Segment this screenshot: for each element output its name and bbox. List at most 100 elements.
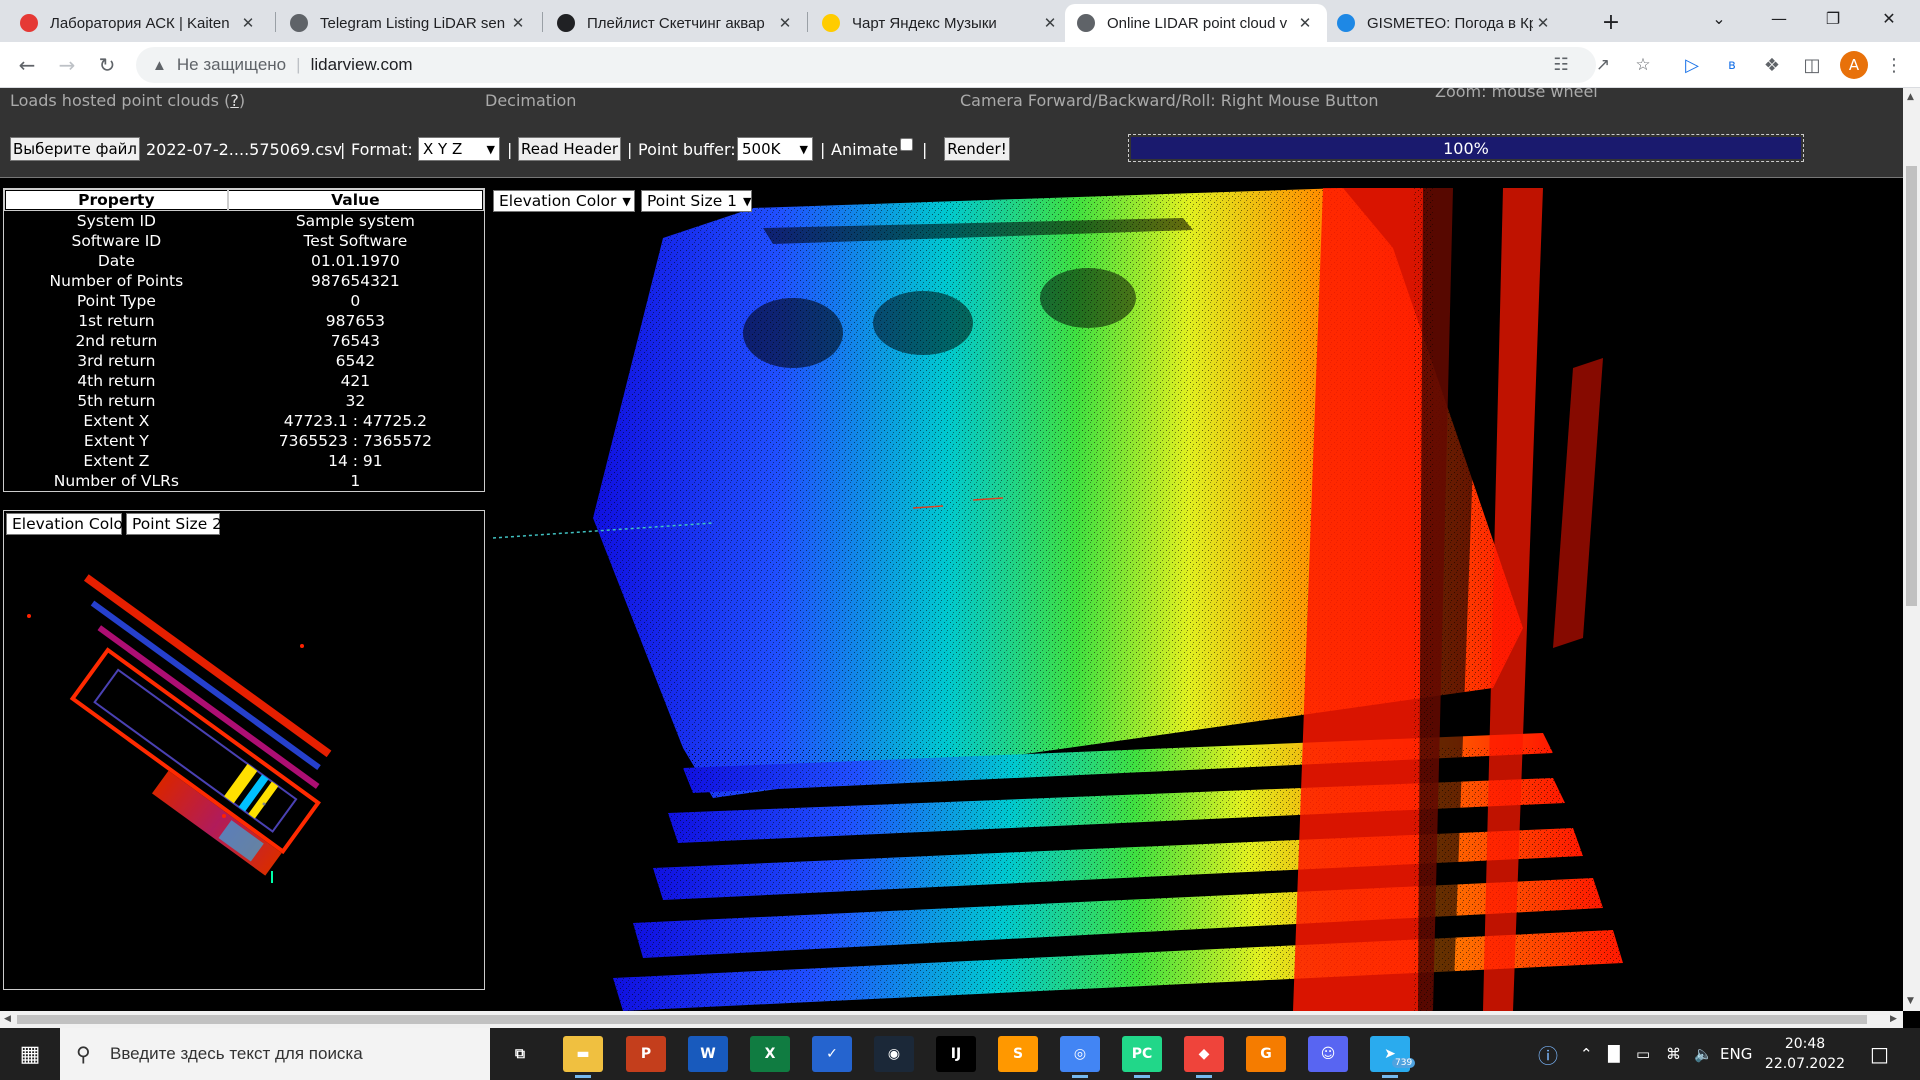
pdf-editor-icon[interactable]: G [1246,1036,1286,1072]
chevron-down-icon: ▼ [743,194,752,208]
value-cell: Sample system [295,212,415,230]
table-row: Extent Z 14 : 91 [5,451,483,471]
chrome-icon[interactable]: ◎ [1060,1036,1100,1078]
vertical-scroll-thumb[interactable] [1906,166,1917,606]
column-header: Property [4,189,229,211]
main-point-cloud-view[interactable]: Elevation Color ▼ Point Size 1 ▼ [493,188,1903,1011]
forward-icon[interactable]: → [52,50,82,80]
render-button[interactable]: Render! [944,137,1010,161]
browser-tab[interactable]: Чарт Яндекс Музыки ✕ [810,4,1072,42]
profile-avatar[interactable]: A [1840,51,1868,79]
taskbar-search-box[interactable]: ⚲ Введите здесь текст для поиска [60,1028,490,1080]
battery-icon[interactable]: ▭ [1636,1028,1650,1080]
tab-search-chevron-icon[interactable]: ⌄ [1696,0,1742,36]
close-tab-icon[interactable]: ✕ [1295,14,1315,32]
anydesk-icon[interactable]: ◆ [1184,1036,1224,1078]
search-placeholder: Введите здесь текст для поиска [110,1044,363,1063]
browser-toolbar: ← → ↻ ▲ Не защищено | lidarview.com ☷ ↗ … [0,42,1920,88]
help-link[interactable]: ? [230,91,239,110]
wifi-icon[interactable]: ⌘ [1666,1028,1681,1080]
close-tab-icon[interactable]: ✕ [1040,14,1060,32]
value-cell: 76543 [330,332,381,350]
globe-icon [290,14,308,32]
new-tab-button[interactable]: + [1588,4,1634,40]
browser-tab-strip: Лаборатория АСК | Kaiten ✕ Telegram Listin… [0,0,1920,42]
tab-title: Чарт Яндекс Музыки [852,14,997,32]
file-explorer-icon[interactable]: ▬ [563,1036,603,1078]
main-point-size-select[interactable]: Point Size 1 ▼ [641,190,752,212]
menu-kebab-icon[interactable]: ⋮ [1880,51,1908,79]
discord-icon[interactable]: ☺ [1308,1036,1348,1072]
close-tab-icon[interactable]: ✕ [1533,14,1553,32]
scroll-down-icon[interactable]: ▼ [1907,996,1914,1006]
security-label[interactable]: Не защищено [177,55,286,75]
horizontal-scrollbar[interactable]: ◀ ▶ [0,1011,1903,1028]
close-tab-icon[interactable]: ✕ [238,14,258,32]
back-icon[interactable]: ← [12,50,42,80]
main-point-cloud[interactable] [493,188,1903,1011]
taskbar-clock[interactable]: 20:48 22.07.2022 [1760,1034,1850,1074]
property-cell: Extent Z [83,452,150,470]
read-header-button[interactable]: Read Header [518,137,621,161]
close-tab-icon[interactable]: ✕ [508,14,528,32]
intellij-icon[interactable]: IJ [936,1036,976,1072]
mini-view-panel[interactable]: Elevation Color▼ Point Size 2 ▼ [3,510,485,990]
mini-point-cloud[interactable] [4,511,485,990]
scroll-left-icon[interactable]: ◀ [4,1014,11,1024]
reload-icon[interactable]: ↻ [92,50,122,80]
mini-color-select[interactable]: Elevation Color▼ [6,513,144,535]
url-text[interactable]: lidarview.com [311,55,413,75]
browser-tab[interactable]: GISMETEO: Погода в Крас✕ [1325,4,1565,42]
todo-icon[interactable]: ✓ [812,1036,852,1072]
pycharm-icon[interactable]: PC [1122,1036,1162,1078]
notifications-icon[interactable]: □ [1870,1028,1889,1080]
main-color-select[interactable]: Elevation Color ▼ [493,190,635,212]
page-content: Loads hosted point clouds (?) Decimation… [0,88,1903,1011]
share-icon[interactable]: ↗ [1590,52,1616,78]
browser-tab[interactable]: Лаборатория АСК | Kaiten ✕ [8,4,270,42]
network-icon[interactable]: █ [1608,1028,1620,1080]
windows-start-icon[interactable]: ▦ [10,1036,50,1072]
bookmark-star-icon[interactable]: ☆ [1630,52,1656,78]
mini-point-size-select[interactable]: Point Size 2 ▼ [126,513,237,535]
point-buffer-select[interactable]: 500K ▼ [737,137,813,161]
steam-icon[interactable]: ◉ [874,1036,914,1072]
choose-file-button[interactable]: Выберите файл [10,137,140,161]
sublime-icon[interactable]: S [998,1036,1038,1072]
translate-icon[interactable]: ☷ [1548,52,1574,78]
horizontal-scroll-thumb[interactable] [17,1015,1867,1024]
scroll-up-icon[interactable]: ▲ [1907,92,1914,102]
table-row: Extent Y 7365523 : 7365572 [5,431,483,451]
close-window-icon[interactable]: ✕ [1866,0,1912,36]
browser-tab[interactable]: Плейлист Скетчинг аквар ✕ [545,4,807,42]
tray-chevron-icon[interactable]: ⌃ [1580,1028,1593,1080]
extensions-puzzle-icon[interactable]: ❖ [1758,51,1786,79]
address-bar[interactable]: ▲ Не защищено | lidarview.com [136,47,1596,83]
scroll-right-icon[interactable]: ▶ [1890,1014,1897,1024]
animate-checkbox[interactable] [900,138,913,151]
minimize-icon[interactable]: — [1756,0,1802,36]
property-cell: 5th return [77,392,156,410]
warning-icon[interactable]: ▲ [152,57,167,74]
side-panel-icon[interactable]: ◫ [1798,51,1826,79]
separator: | [922,140,928,159]
language-indicator[interactable]: ENG [1720,1028,1752,1080]
play-extension-icon[interactable]: ▷ [1678,51,1706,79]
browser-tab[interactable]: Telegram Listing LiDAR sen ✕ [278,4,540,42]
extension-badge[interactable]: в [1718,51,1746,79]
close-tab-icon[interactable]: ✕ [775,14,795,32]
powerpoint-icon[interactable]: P [626,1036,666,1072]
vertical-scrollbar[interactable]: ▲ ▼ [1903,88,1920,1011]
table-row: Number of VLRs 1 [5,471,483,491]
chevron-down-icon: ▼ [486,142,495,156]
word-icon[interactable]: W [688,1036,728,1072]
volume-icon[interactable]: 🔈 [1694,1028,1713,1080]
format-select[interactable]: X Y Z ▼ [418,137,500,161]
help-icon[interactable]: ⓘ [1538,1028,1558,1080]
property-cell: 1st return [78,312,155,330]
excel-icon[interactable]: X [750,1036,790,1072]
browser-tab[interactable]: Online LIDAR point cloud v ✕ [1065,4,1327,42]
restore-icon[interactable]: ❐ [1810,0,1856,36]
task-view-icon[interactable]: ⧉ [500,1036,540,1072]
value-cell: 32 [345,392,366,410]
